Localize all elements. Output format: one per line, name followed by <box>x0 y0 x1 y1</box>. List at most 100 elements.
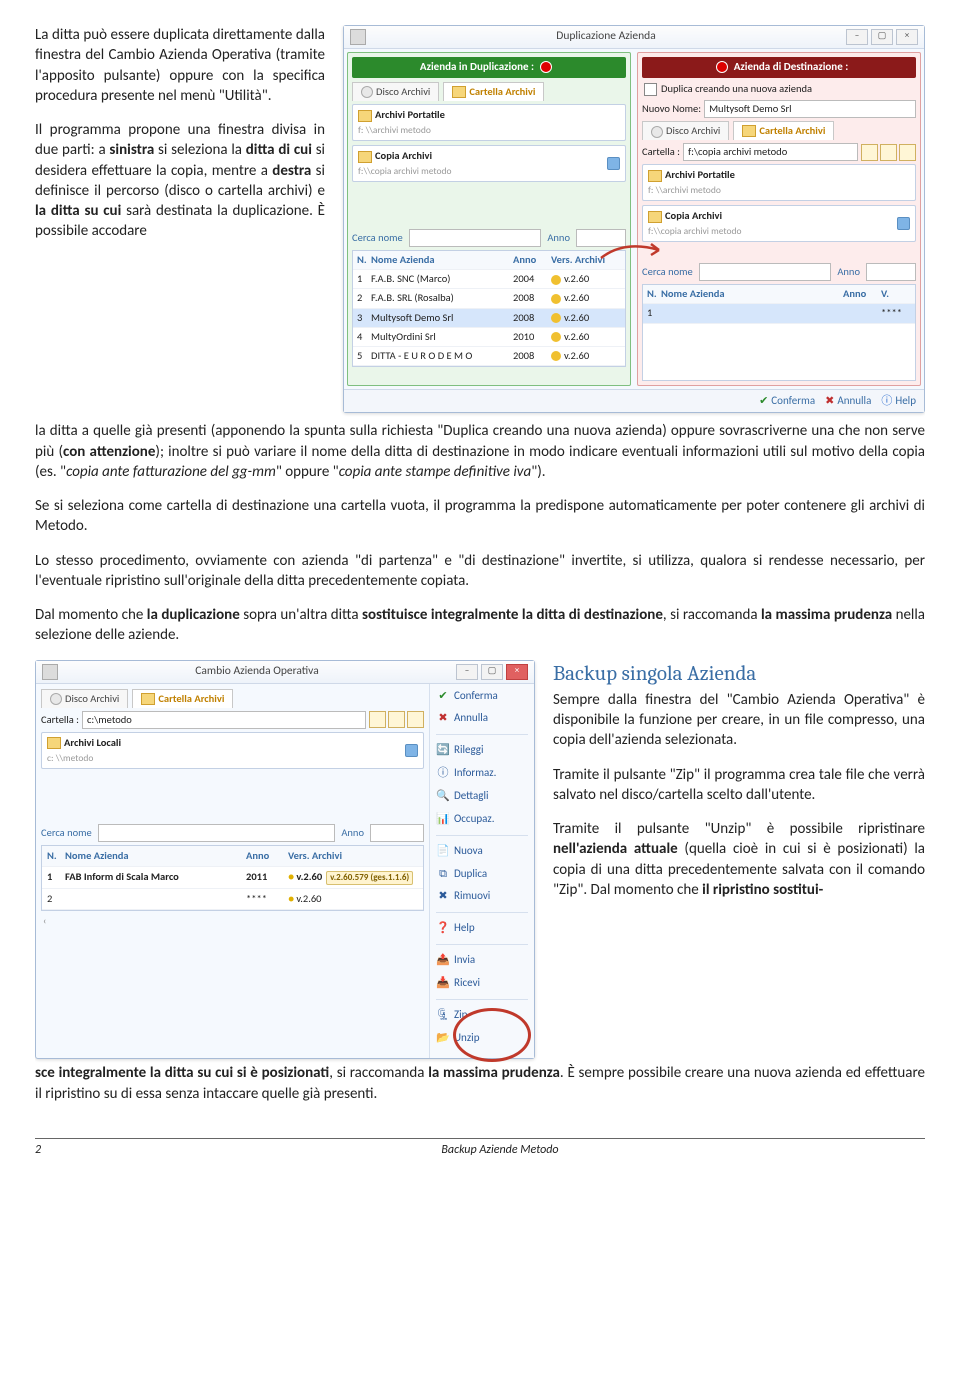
up-button[interactable] <box>880 144 897 161</box>
search-year-input[interactable] <box>866 263 916 281</box>
new-icon: 📄 <box>436 844 450 858</box>
search-name-input[interactable] <box>409 229 542 247</box>
tab-disco-archivi[interactable]: Disco Archivi <box>41 689 128 708</box>
hdr-ver: Vers. Archivi <box>288 849 418 863</box>
dest-table: N. Nome Azienda Anno V. 1**** <box>642 284 916 380</box>
body-paragraph: Dal momento che la duplicazione sopra un… <box>35 605 925 646</box>
source-pane: Azienda in Duplicazione : Disco Archivi … <box>347 52 631 386</box>
duplicazione-azienda-screenshot: Duplicazione Azienda – ▢ × Azienda in Du… <box>343 25 925 413</box>
dettagli-button[interactable]: 🔍Dettagli <box>436 789 528 804</box>
table-row-selected[interactable]: 1**** <box>643 304 915 323</box>
table-row[interactable]: 4MultyOrdini Srl2010v.2.60 <box>353 328 625 347</box>
hdr-name: Nome Azienda <box>65 849 246 863</box>
browse-button[interactable] <box>861 144 878 161</box>
rimuovi-button[interactable]: ✖Rimuovi <box>436 889 528 904</box>
zip-icon: 🗜 <box>436 1008 450 1022</box>
app-icon <box>350 29 366 45</box>
window-title: Duplicazione Azienda <box>366 29 846 45</box>
close-button[interactable]: × <box>896 29 918 45</box>
dest-tabs: Disco Archivi Cartella Archivi <box>642 121 916 140</box>
body-paragraph: Tramite il pulsante "Unzip" è possibile … <box>553 819 925 900</box>
search-name-label: Cerca nome <box>41 824 92 842</box>
tab-cartella-archivi[interactable]: Cartella Archivi <box>132 689 233 708</box>
copia-archivi-item[interactable]: Copia Archivif:\\copia archivi metodo <box>642 205 916 242</box>
annulla-button[interactable]: ✖Annulla <box>436 711 528 726</box>
receive-icon: 📥 <box>436 976 450 990</box>
search-year-input[interactable] <box>576 229 626 247</box>
check-icon: ✔ <box>759 394 768 409</box>
conferma-button[interactable]: ✔Conferma <box>759 394 815 409</box>
unzip-button[interactable]: 📂Unzip <box>436 1031 528 1046</box>
tab-disco-archivi[interactable]: Disco Archivi <box>352 82 439 101</box>
home-button[interactable] <box>899 144 916 161</box>
table-row[interactable]: 1 FAB Inform di Scala Marco 2011 ●v.2.60… <box>42 867 423 889</box>
search-year-label: Anno <box>837 263 860 281</box>
hdr-anno: Anno <box>246 849 288 863</box>
disk-icon <box>651 126 663 138</box>
duplica-creando-checkbox[interactable]: Duplica creando una nuova azienda <box>644 82 916 96</box>
help-button[interactable]: ⓘHelp <box>881 394 916 409</box>
table-row[interactable]: 1F.A.B. SNC (Marco)2004v.2.60 <box>353 270 625 289</box>
nuova-button[interactable]: 📄Nuova <box>436 844 528 859</box>
browse-button[interactable] <box>369 711 386 728</box>
rileggi-button[interactable]: 🔄Rileggi <box>436 743 528 758</box>
duplicate-icon: ⧉ <box>436 867 450 881</box>
cartella-input[interactable]: f:\copia archivi metodo <box>683 143 858 161</box>
search-year-input[interactable] <box>370 824 424 842</box>
hdr-anno: Anno <box>843 287 881 301</box>
occupaz-button[interactable]: 📊Occupaz. <box>436 812 528 827</box>
informaz-button[interactable]: ⓘInformaz. <box>436 766 528 781</box>
hdr-name: Nome Azienda <box>661 287 843 301</box>
home-button[interactable] <box>407 711 424 728</box>
conferma-button[interactable]: ✔Conferma <box>436 689 528 704</box>
dest-pane: Azienda di Destinazione : Duplica creand… <box>637 52 921 386</box>
folder-icon <box>358 110 372 122</box>
search-year-label: Anno <box>341 824 364 842</box>
body-paragraph: Il programma propone una finestra divisa… <box>35 120 325 242</box>
zip-button[interactable]: 🗜Zip <box>436 1008 528 1023</box>
maximize-button[interactable]: ▢ <box>481 664 503 680</box>
checkbox-icon <box>644 83 657 96</box>
body-paragraph: Se si seleziona come cartella di destina… <box>35 496 925 537</box>
table-row[interactable]: 2F.A.B. SRL (Rosalba)2008v.2.60 <box>353 289 625 308</box>
duplica-button[interactable]: ⧉Duplica <box>436 867 528 882</box>
archivi-locali-item[interactable]: Archivi Localic: \\metodo <box>41 732 424 769</box>
search-name-input[interactable] <box>98 824 336 842</box>
folder-icon <box>648 170 662 182</box>
folder-icon <box>47 737 61 749</box>
ricevi-button[interactable]: 📥Ricevi <box>436 976 528 991</box>
nuovo-nome-input[interactable]: Multysoft Demo Srl <box>704 100 916 118</box>
table-row[interactable]: 2 **** ●v.2.60 <box>42 889 423 910</box>
check-icon: ✔ <box>436 689 450 703</box>
tab-disco-archivi[interactable]: Disco Archivi <box>642 121 729 140</box>
cartella-label: Cartella : <box>642 145 680 159</box>
refresh-icon[interactable] <box>897 217 910 230</box>
help-button[interactable]: ❓Help <box>436 921 528 936</box>
archivi-portatile-item[interactable]: Archivi Portatilef: \\archivi metodo <box>352 104 626 141</box>
tab-cartella-archivi[interactable]: Cartella Archivi <box>443 82 544 101</box>
search-name-input[interactable] <box>699 263 832 281</box>
refresh-icon[interactable] <box>607 157 620 170</box>
cambio-azienda-screenshot: Cambio Azienda Operativa – ▢ × Disco Arc… <box>35 660 535 1060</box>
minimize-button[interactable]: – <box>456 664 478 680</box>
copia-archivi-item[interactable]: Copia Archivif:\\copia archivi metodo <box>352 145 626 182</box>
up-button[interactable] <box>388 711 405 728</box>
cartella-label: Cartella : <box>41 713 79 727</box>
minimize-button[interactable]: – <box>846 29 868 45</box>
archivi-portatile-item[interactable]: Archivi Portatilef: \\archivi metodo <box>642 164 916 201</box>
refresh-icon[interactable] <box>405 744 418 757</box>
source-tabs: Disco Archivi Cartella Archivi <box>352 82 626 101</box>
close-button[interactable]: × <box>506 664 528 680</box>
source-table: N. Nome Azienda Anno Vers. Archivi 1F.A.… <box>352 250 626 367</box>
maximize-button[interactable]: ▢ <box>871 29 893 45</box>
cross-icon: ✖ <box>436 712 450 726</box>
annulla-button[interactable]: ✖Annulla <box>825 394 871 409</box>
send-icon: 📤 <box>436 953 450 967</box>
cartella-input[interactable]: c:\metodo <box>82 711 366 729</box>
invia-button[interactable]: 📤Invia <box>436 953 528 968</box>
table-row[interactable]: 5DITTA - E U R O D E M O2008v.2.60 <box>353 347 625 366</box>
body-paragraph: la ditta a quelle già presenti (apponend… <box>35 421 925 482</box>
tab-cartella-archivi[interactable]: Cartella Archivi <box>733 121 834 140</box>
table-row-selected[interactable]: 3Multysoft Demo Srl2008v.2.60 <box>353 309 625 328</box>
page-footer: 2 Backup Aziende Metodo <box>35 1138 925 1158</box>
